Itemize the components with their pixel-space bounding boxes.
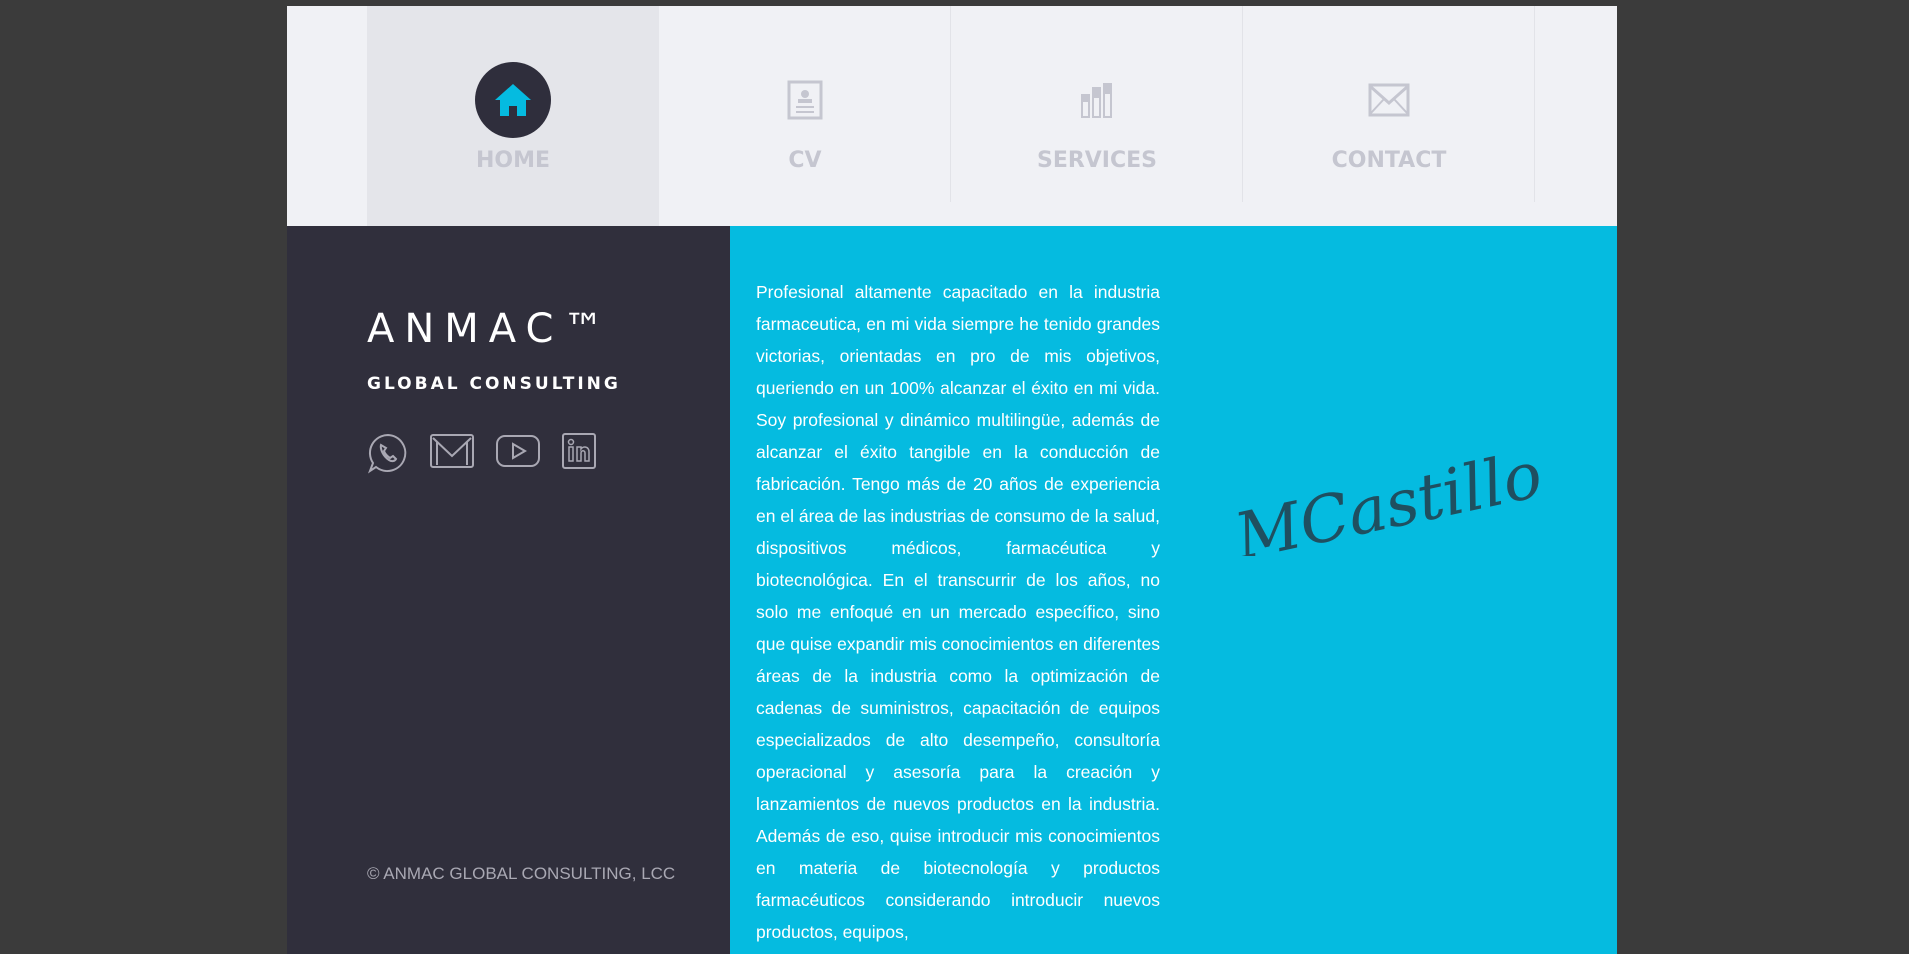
bar-chart-icon (1059, 62, 1135, 138)
nav-label-home: HOME (475, 148, 551, 173)
document-icon (767, 62, 843, 138)
envelope-icon (1351, 62, 1427, 138)
sidebar: ANMAC™ GLOBAL CONSULTING © ANMAC GLOBAL … (287, 226, 730, 954)
linkedin-icon[interactable] (561, 432, 597, 479)
nav-label-services: SERVICES (1036, 148, 1158, 173)
nav-label-contact: CONTACT (1331, 148, 1447, 173)
brand-tagline: GLOBAL CONSULTING (367, 374, 621, 394)
youtube-icon[interactable] (495, 432, 541, 479)
signature-image: MCastillo (1220, 426, 1570, 575)
nav-item-home[interactable]: HOME (367, 6, 659, 226)
mail-icon[interactable] (429, 432, 475, 479)
copyright-text: © ANMAC GLOBAL CONSULTING, LCC (367, 864, 676, 883)
signature-text: MCastillo (1228, 438, 1549, 556)
top-nav: HOME CV SERVICES CONTACT (287, 6, 1617, 226)
nav-item-services[interactable]: SERVICES (951, 6, 1243, 226)
bio-text: Profesional altamente capacitado en la i… (756, 281, 1160, 942)
home-icon (475, 62, 551, 138)
social-links (367, 432, 617, 479)
whatsapp-icon[interactable] (367, 432, 409, 479)
brand-name: ANMAC™ (367, 306, 614, 352)
main-content: Profesional altamente capacitado en la i… (730, 226, 1617, 954)
nav-item-contact[interactable]: CONTACT (1243, 6, 1535, 226)
page: HOME CV SERVICES CONTACT ANMAC™ GLOBAL C… (287, 6, 1617, 954)
nav-item-cv[interactable]: CV (659, 6, 951, 226)
nav-label-cv: CV (788, 148, 822, 173)
